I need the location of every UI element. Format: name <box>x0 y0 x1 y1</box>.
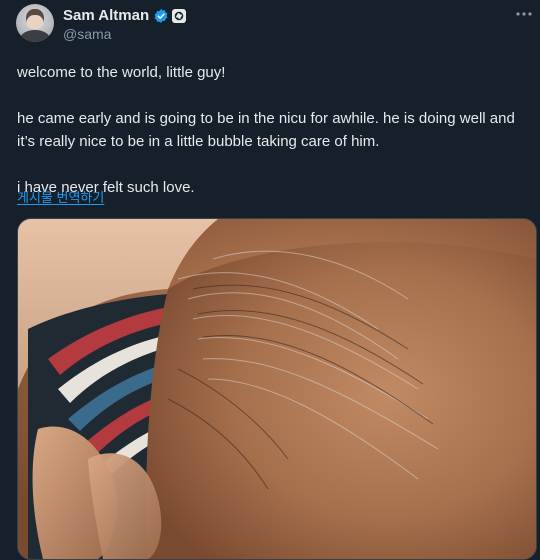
openai-logo-icon[interactable] <box>172 9 187 23</box>
author-handle[interactable]: @sama <box>63 26 111 42</box>
avatar-shoulders <box>20 30 50 42</box>
avatar-head <box>26 9 44 29</box>
author-name-row: Sam Altman <box>63 7 187 25</box>
tweet-text: welcome to the world, little guy! he cam… <box>17 61 527 199</box>
verified-badge-icon <box>154 9 168 23</box>
tweet: Sam Altman @sama welcome to the world, l… <box>0 0 540 560</box>
avatar[interactable] <box>16 4 54 42</box>
tweet-paragraph: he came early and is going to be in the … <box>17 110 515 150</box>
tweet-paragraph: welcome to the world, little guy! <box>17 64 226 81</box>
tweet-photo[interactable] <box>17 218 537 560</box>
author-display-name[interactable]: Sam Altman <box>63 7 149 25</box>
translate-post-link[interactable]: 게시물 번역하기 <box>17 190 104 206</box>
more-options-icon[interactable] <box>514 6 534 22</box>
newborn-head-photo <box>18 219 536 559</box>
